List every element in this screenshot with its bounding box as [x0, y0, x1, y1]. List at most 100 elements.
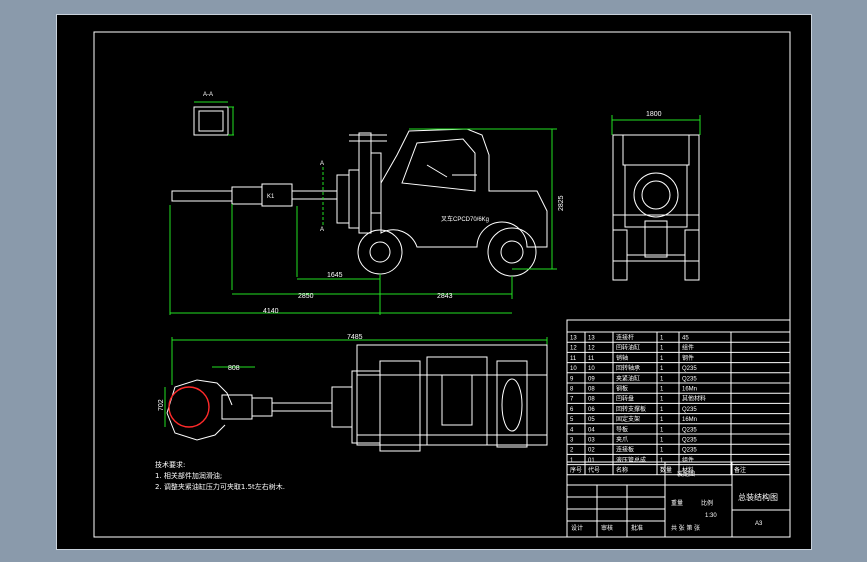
bom-table: 13 13 连接杆 1 4512 12 回转油缸 1 组件11 11 销轴 1 钢件10 10 回转轴承 1 Q… [566, 319, 791, 538]
bom-cell: 1 [660, 346, 664, 352]
bom-header-cell: 数量 [660, 466, 672, 474]
tech-req-line-2: 2. 调整夹紧油缸压力可夹取1.5t左右树木. [155, 482, 285, 491]
bom-cell: 13 [570, 336, 577, 342]
bom-cell: 夹紧油缸 [616, 374, 640, 382]
bom-cell: 6 [570, 407, 574, 413]
bom-cell: 夹爪 [616, 436, 628, 444]
bom-cell: Q235 [682, 448, 697, 454]
bom-cell: 16Mn [682, 387, 697, 393]
bom-cell: 1 [660, 438, 664, 444]
bom-cell: 连接板 [616, 446, 634, 454]
bom-cell: 08 [588, 387, 595, 393]
bom-cell: 回转油缸 [616, 344, 640, 352]
tech-req-line-1: 1. 相关部件加润滑油; [155, 471, 222, 480]
bom-cell: 3 [570, 438, 574, 444]
bom-cell: 1 [660, 417, 664, 423]
bom-cell: 04 [588, 427, 595, 433]
bom-header-cell: 名称 [616, 466, 628, 474]
title-designed: 设计 [571, 524, 583, 532]
tech-requirements: 技术要求: 1. 相关部件加润滑油; 2. 调整夹紧油缸压力可夹取1.5t左右树… [155, 460, 285, 491]
bom-cell: 4 [570, 427, 574, 433]
bom-cell: 钢板 [616, 385, 628, 393]
bom-cell: 固定支架 [616, 415, 640, 423]
cad-viewport[interactable]: A-A K1 A A 叉车CPCD70/6Kg 1645 2850 2843 4… [56, 14, 812, 550]
bom-cell: 03 [588, 438, 595, 444]
side-view: K1 A A 叉车CPCD70/6Kg 1645 2850 2843 4140 … [169, 128, 565, 315]
boom-tag: K1 [267, 194, 275, 200]
dim-2843: 2843 [437, 293, 453, 300]
bom-cell: 10 [588, 366, 595, 372]
bom-cell: 1 [660, 427, 664, 433]
title-ratio: 比例 [701, 499, 713, 507]
cut-label-bottom: A [320, 227, 324, 233]
title-company: 装配图 [677, 470, 695, 478]
title-checked: 审核 [601, 524, 613, 532]
bom-cell: 1 [660, 336, 664, 342]
bom-cell: 13 [588, 336, 595, 342]
section-aa-detail: A-A [193, 92, 234, 136]
bom-cell: 01 [588, 458, 595, 464]
bom-cell: Q235 [682, 427, 697, 433]
bom-cell: 1 [660, 376, 664, 382]
bom-cell: 45 [682, 336, 689, 342]
bom-cell: 组件 [682, 344, 694, 352]
bom-cell: 1 [660, 356, 664, 362]
bom-cell: Q235 [682, 438, 697, 444]
dim-4140: 4140 [263, 308, 279, 315]
bom-header-cell: 序号 [570, 466, 582, 474]
bom-cell: 9 [570, 376, 574, 382]
bom-cell: 回转轴承 [616, 364, 640, 372]
drawing-title: 总装结构图 [738, 492, 778, 502]
bom-cell: 导板 [616, 425, 628, 433]
dim-808: 808 [228, 365, 240, 372]
bom-cell: 16Mn [682, 417, 697, 423]
bom-cell: 1 [660, 448, 664, 454]
bom-cell: 1 [660, 366, 664, 372]
bom-cell: Q235 [682, 407, 697, 413]
bom-cell: 8 [570, 387, 574, 393]
front-view: 1800 [611, 111, 701, 281]
title-ratio-val: 1:30 [705, 513, 717, 519]
cut-label-top: A [320, 161, 324, 167]
bom-cell: Q235 [682, 366, 697, 372]
bom-cell: Q235 [682, 376, 697, 382]
bom-cell: 1 [570, 458, 574, 464]
dim-7485: 7485 [347, 334, 363, 341]
tech-req-heading: 技术要求: [155, 460, 185, 469]
bom-cell: 1 [660, 458, 664, 464]
dim-1645: 1645 [327, 272, 343, 279]
bom-cell: 回转盘 [616, 395, 634, 403]
bom-cell: 1 [660, 397, 664, 403]
bom-cell: 11 [588, 356, 595, 362]
title-sheet: 共 张 第 张 [671, 524, 700, 532]
bom-cell: 7 [570, 397, 574, 403]
body-label: 叉车CPCD70/6Kg [441, 215, 489, 223]
top-view: 7485 808 702 [158, 334, 548, 452]
bom-cell: 10 [570, 366, 577, 372]
bom-cell: 5 [570, 417, 574, 423]
bom-cell: 连接杆 [616, 334, 634, 342]
bom-header-cell: 备注 [734, 466, 746, 474]
bom-cell: 1 [660, 407, 664, 413]
bom-cell: 06 [588, 407, 595, 413]
dim-height: 2825 [558, 195, 565, 211]
drawing-sheet: A-A K1 A A 叉车CPCD70/6Kg 1645 2850 2843 4… [93, 31, 791, 538]
bom-cell: 液压管总成 [616, 456, 646, 464]
bom-cell: 其他材料 [682, 395, 706, 403]
bom-header-cell: 代号 [588, 466, 600, 474]
bom-cell: 回转支撑板 [616, 405, 646, 413]
bom-cell: 销轴 [616, 354, 628, 362]
section-aa-label: A-A [203, 92, 213, 98]
title-weight: 重量 [671, 499, 683, 507]
title-approved: 批准 [631, 524, 643, 532]
dim-front-width: 1800 [646, 111, 662, 118]
bom-cell: 钢件 [682, 354, 694, 362]
dim-2850: 2850 [298, 293, 314, 300]
dim-702: 702 [158, 399, 165, 411]
scale-label: A3 [755, 521, 763, 527]
bom-cell: 2 [570, 448, 574, 454]
bom-cell: 组件 [682, 456, 694, 464]
bom-cell: 08 [588, 397, 595, 403]
bom-cell: 12 [588, 346, 595, 352]
bom-cell: 11 [570, 356, 577, 362]
